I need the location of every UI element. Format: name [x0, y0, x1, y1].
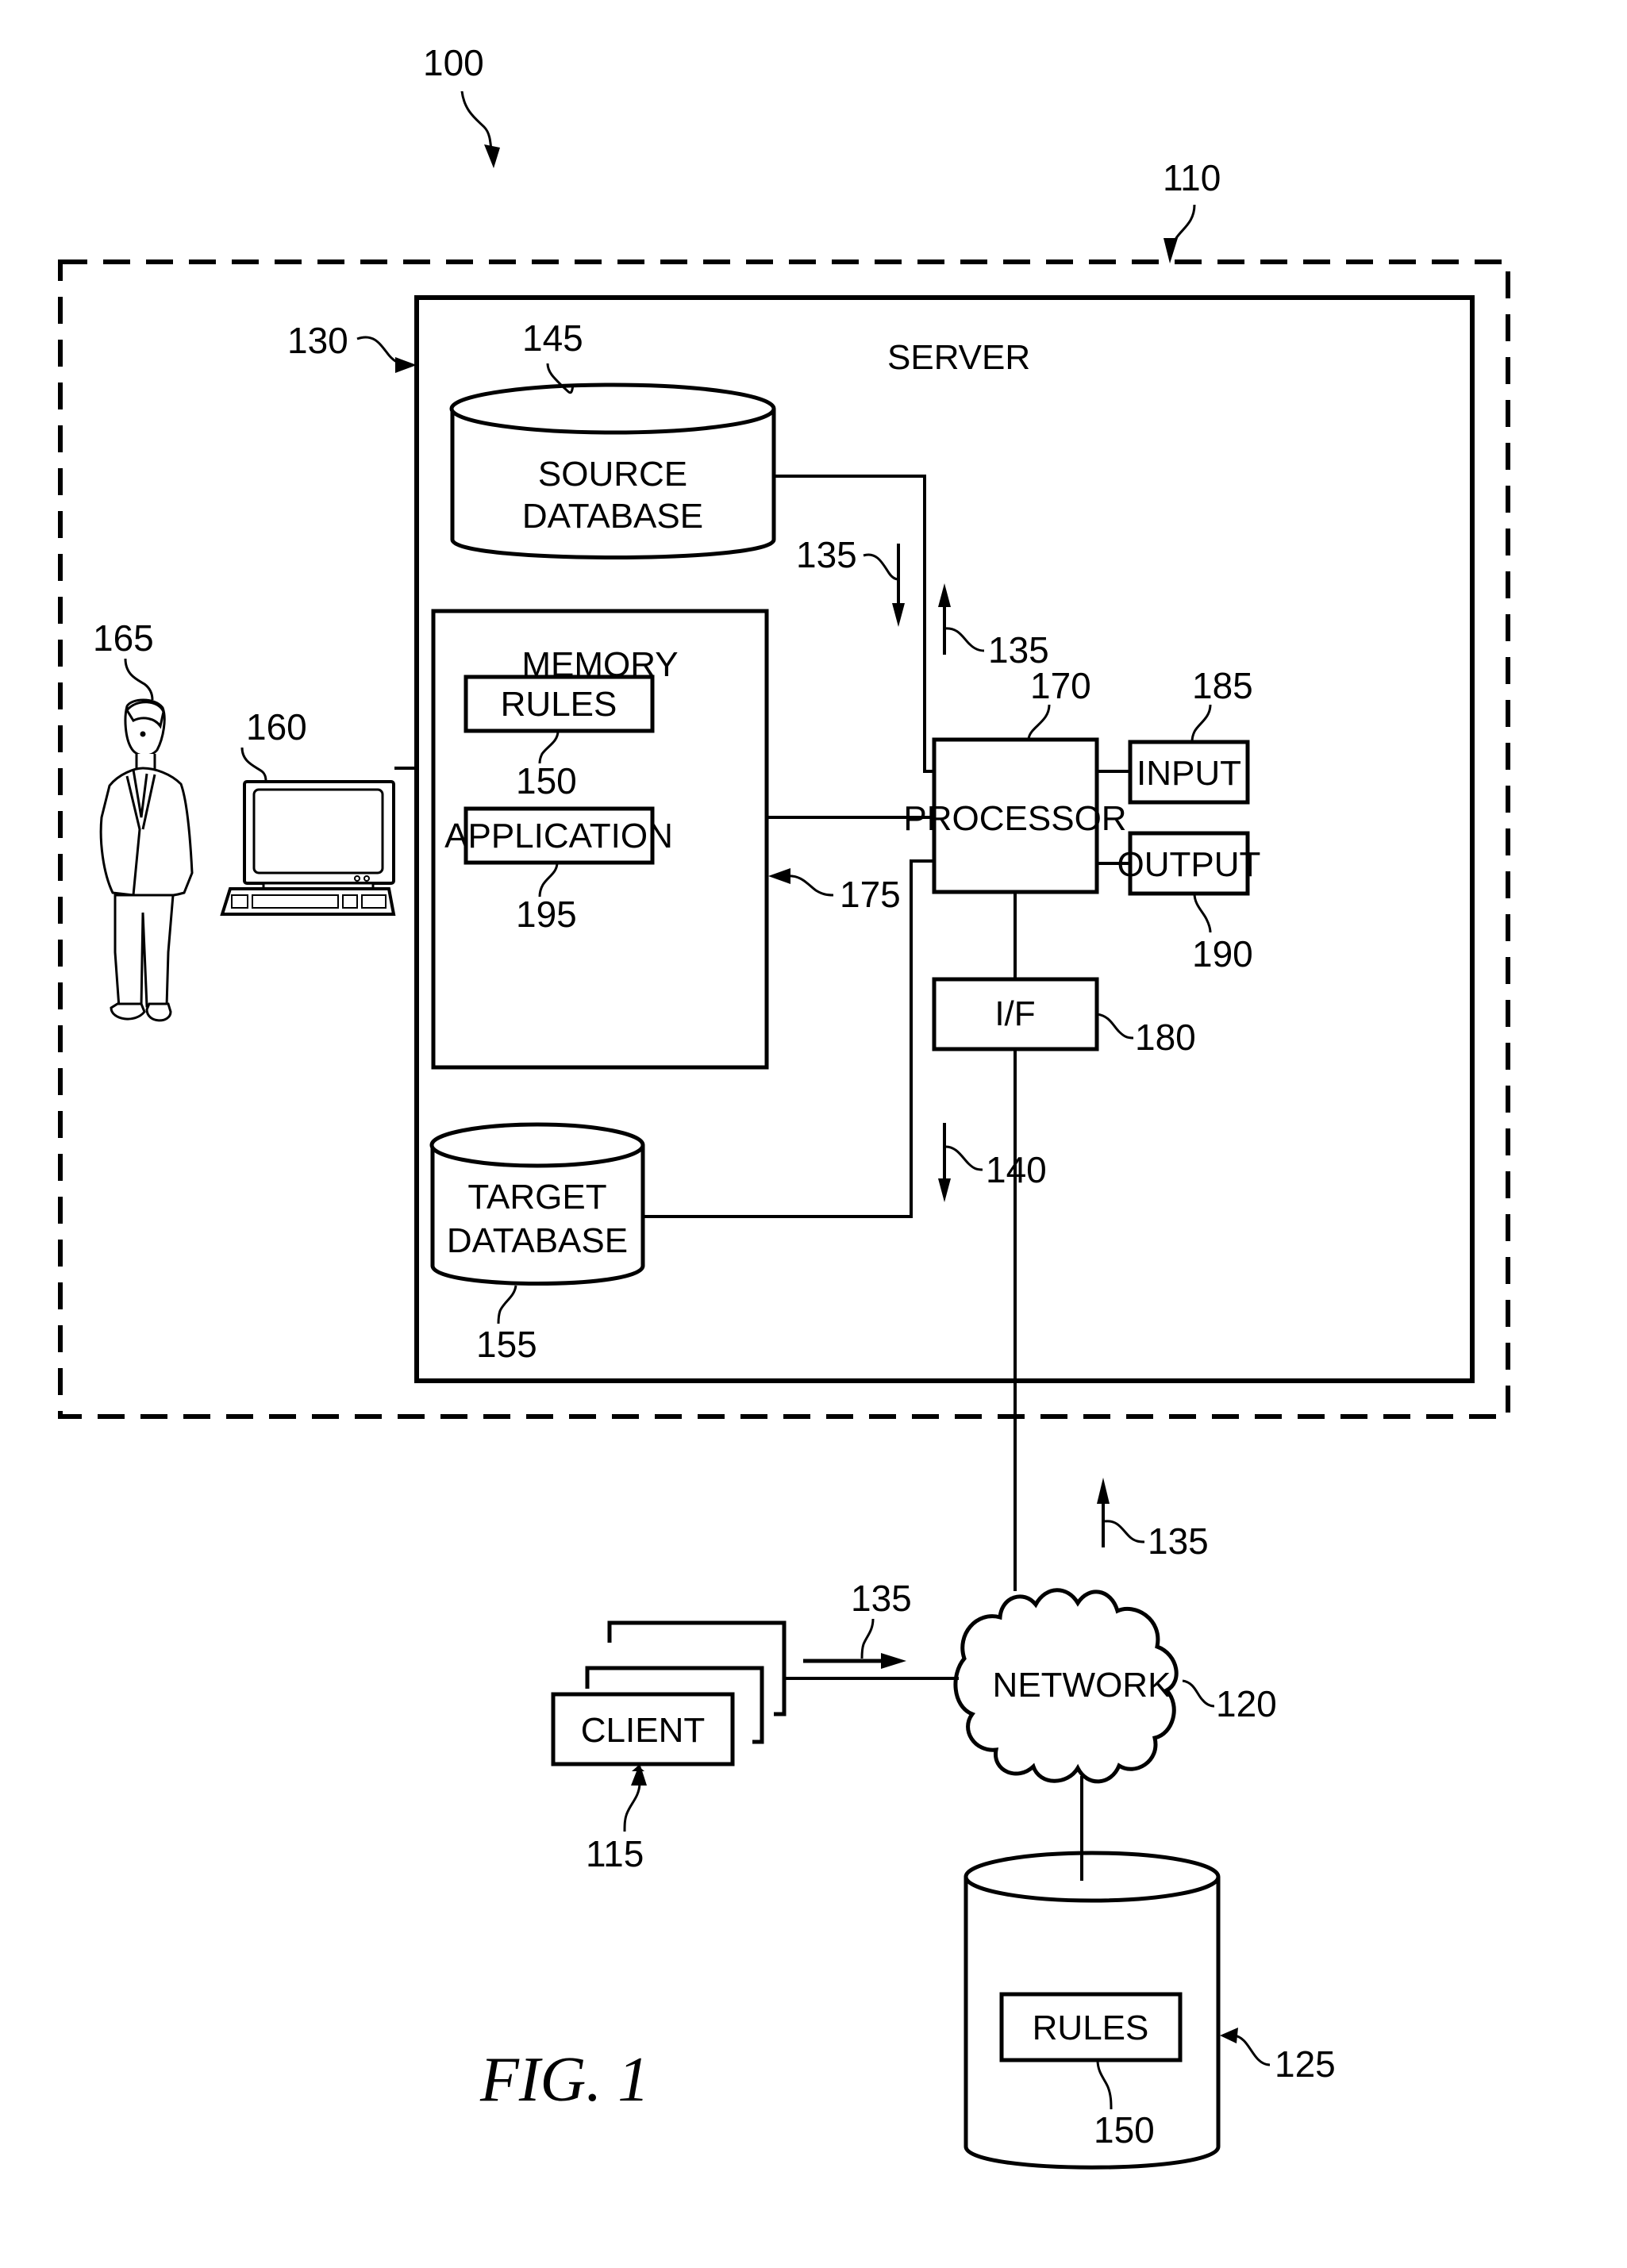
- system-ref-label: 100: [423, 42, 484, 83]
- source-database-label-line2: DATABASE: [522, 497, 703, 536]
- source-database-ref-label: 145: [522, 317, 583, 359]
- client-flow-ref-label: 135: [851, 1578, 912, 1619]
- target-database-top: [429, 1122, 645, 1168]
- workstation-screen: [252, 788, 384, 875]
- workstation-ref-label: 160: [246, 706, 307, 748]
- workstation-ref-leader: [240, 747, 267, 782]
- client-stack: CLIENT: [551, 1620, 787, 1766]
- network-flow-up-arrowhead: [1097, 1478, 1110, 1504]
- user-trousers: [113, 894, 175, 1009]
- source-database: SOURCE DATABASE: [449, 382, 776, 559]
- source-database-label-line1: SOURCE: [538, 455, 687, 494]
- workstation-button-2: [363, 875, 370, 882]
- network-label: NETWORK: [993, 1666, 1171, 1705]
- server-ref-arrowhead: [395, 357, 417, 373]
- rules-repository: RULES 150: [964, 1851, 1221, 2170]
- source-database-top: [449, 382, 776, 435]
- output-label: OUTPUT: [1117, 845, 1261, 884]
- target-database: TARGET DATABASE: [429, 1122, 645, 1286]
- user-shoe-left: [110, 1002, 146, 1021]
- user-eye: [140, 731, 146, 737]
- client-ref-label: 115: [586, 1833, 644, 1874]
- user-figure-icon: [99, 698, 194, 1022]
- rules-repository-top: [964, 1851, 1221, 1903]
- workstation-button-1: [354, 875, 360, 882]
- repository-rules-label: RULES: [1033, 2009, 1149, 2047]
- figure-caption: FIG. 1: [479, 2045, 649, 2115]
- workstation-keys-left: [231, 894, 248, 909]
- processor-label: PROCESSOR: [903, 799, 1126, 838]
- client-flow-ref-leader: [860, 1618, 875, 1659]
- application-ref-label: 195: [516, 894, 577, 935]
- client-label: CLIENT: [581, 1711, 705, 1750]
- repository-rules-ref-label: 150: [1094, 2109, 1155, 2151]
- repository-ref-leader: [1233, 2034, 1271, 2066]
- network-flow-up-ref-label: 135: [1148, 1520, 1209, 1562]
- target-flow-down-ref-label: 140: [986, 1149, 1047, 1190]
- application-label: APPLICATION: [444, 817, 673, 855]
- server-ref-label: 130: [287, 320, 348, 361]
- memory-rules-ref-label: 150: [516, 760, 577, 801]
- workstation-keys-arrows: [342, 894, 358, 909]
- workstation-computer-icon: [220, 780, 396, 916]
- system-diagram: 100 110 SERVER 130 SOURCE DATABASE 145 M…: [58, 42, 1510, 2170]
- target-database-label-line2: DATABASE: [447, 1221, 628, 1260]
- target-database-ref-label: 155: [476, 1324, 537, 1365]
- memory-rules-label: RULES: [501, 685, 617, 724]
- workstation-keys-main: [252, 894, 339, 909]
- server-label: SERVER: [887, 338, 1030, 377]
- network-ref-leader: [1182, 1679, 1215, 1708]
- client-ref-arrowhead-tip: [631, 1763, 647, 1786]
- user-ref-leader: [124, 658, 154, 701]
- interface-label: I/F: [994, 994, 1035, 1033]
- user-jacket: [99, 767, 194, 898]
- source-flow-up-ref-label: 135: [988, 629, 1049, 671]
- client-flow-arrowhead: [881, 1653, 906, 1669]
- user-shoe-right: [145, 1002, 172, 1022]
- system-ref-arrowhead: [484, 144, 500, 168]
- environment-ref-label: 110: [1163, 157, 1221, 198]
- input-label: INPUT: [1137, 754, 1241, 793]
- memory-ref-label: 175: [840, 874, 901, 915]
- output-ref-label: 190: [1192, 933, 1253, 974]
- network-ref-label: 120: [1216, 1683, 1277, 1724]
- workstation-keys-numpad: [361, 894, 387, 909]
- client-ref-leader: [623, 1783, 641, 1832]
- source-flow-down-ref-label: 135: [796, 534, 857, 575]
- repository-ref-label: 125: [1275, 2043, 1336, 2085]
- network-flow-up-ref-leader: [1104, 1520, 1145, 1543]
- user-ref-label: 165: [93, 617, 154, 659]
- interface-ref-label: 180: [1135, 1017, 1196, 1058]
- target-database-label-line1: TARGET: [467, 1178, 606, 1217]
- processor-ref-label: 170: [1030, 665, 1091, 706]
- input-ref-label: 185: [1192, 665, 1253, 706]
